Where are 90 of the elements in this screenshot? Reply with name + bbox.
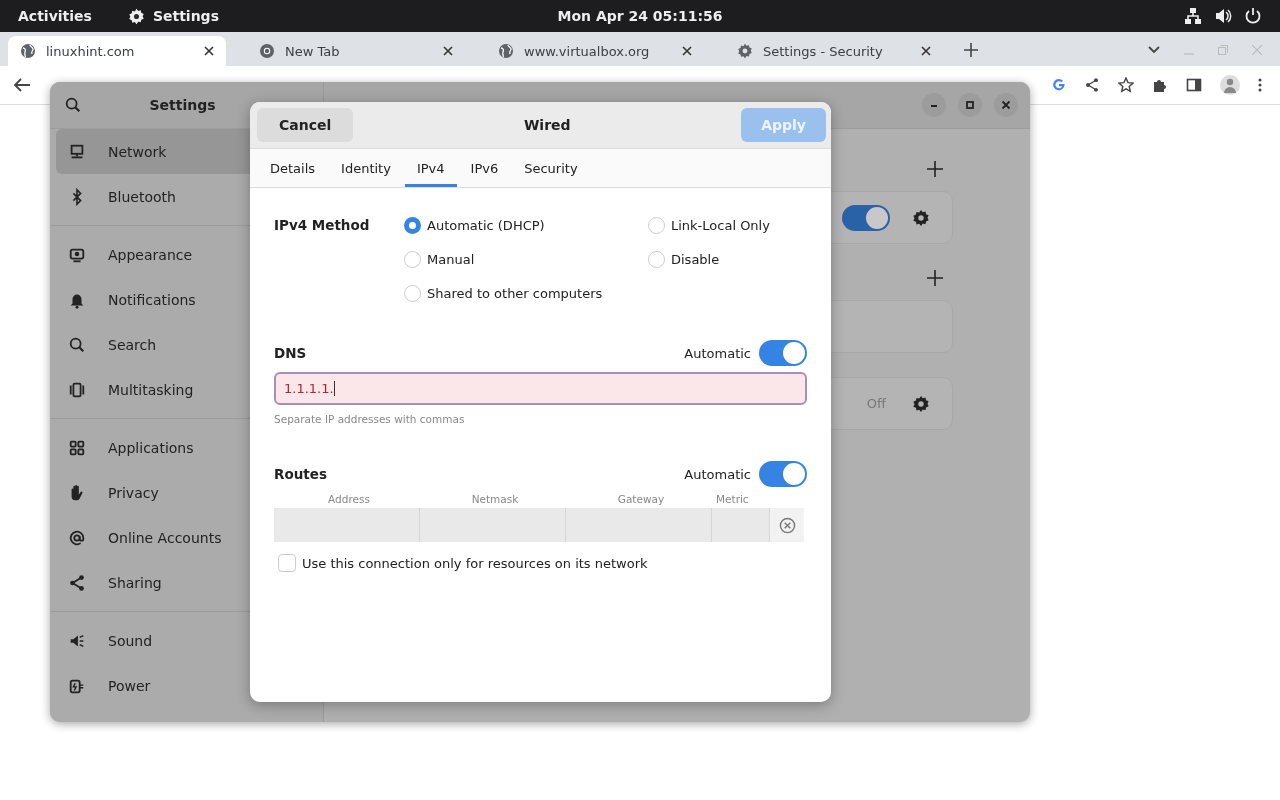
column-header: Address xyxy=(327,493,371,505)
toggle-switch[interactable] xyxy=(759,340,807,366)
close-icon xyxy=(1001,100,1011,110)
settings-icon[interactable] xyxy=(912,208,930,227)
share-icon[interactable] xyxy=(1084,77,1100,93)
app-menu[interactable]: Settings xyxy=(127,7,219,25)
menu-icon[interactable] xyxy=(1258,78,1262,92)
maximize-button[interactable] xyxy=(958,93,982,117)
section-label: IPv4 Method xyxy=(274,216,371,235)
radio-option[interactable]: Disable xyxy=(648,248,770,270)
close-icon[interactable] xyxy=(443,46,453,56)
toggle-switch[interactable] xyxy=(759,461,807,487)
gear-icon xyxy=(737,43,753,59)
browser-tab[interactable]: Settings - Security xyxy=(725,36,943,66)
monitor-icon xyxy=(68,142,86,161)
sidebar-item[interactable]: Sound xyxy=(56,618,317,663)
column-header: Gateway xyxy=(616,493,666,505)
option-label: Shared to other computers xyxy=(427,285,603,301)
tab[interactable]: IPv6 xyxy=(458,149,511,187)
power-icon[interactable] xyxy=(1244,7,1262,25)
dns-field[interactable]: 1.1.1.1. xyxy=(274,372,807,405)
puzzle-icon[interactable] xyxy=(1152,77,1168,93)
sidebar-item[interactable]: Notifications xyxy=(56,277,317,322)
globe-icon xyxy=(20,43,36,59)
route-input[interactable] xyxy=(420,508,566,542)
clock[interactable]: Mon Apr 24 05:11:56 xyxy=(557,8,723,24)
close-button[interactable] xyxy=(994,93,1018,117)
star-icon[interactable] xyxy=(1118,77,1134,93)
column-header: Netmask xyxy=(470,493,520,505)
close-icon[interactable] xyxy=(682,46,692,56)
radio-option[interactable]: Manual xyxy=(404,248,648,270)
tab-title: www.virtualbox.org xyxy=(524,43,651,59)
delete-icon[interactable] xyxy=(778,516,796,534)
option-label: Disable xyxy=(671,251,720,267)
sidebar-item[interactable]: Appearance xyxy=(56,232,317,277)
dialog-title: Wired xyxy=(522,117,572,133)
route-input[interactable] xyxy=(712,508,770,542)
side-panel-icon[interactable] xyxy=(1186,77,1202,93)
close-icon[interactable] xyxy=(921,46,931,56)
add-icon[interactable] xyxy=(927,270,943,286)
tab-title: linuxhint.com xyxy=(46,43,136,59)
browser-tab[interactable]: linuxhint.com xyxy=(8,36,226,66)
tab-title: Settings - Security xyxy=(763,43,884,59)
globe-icon xyxy=(498,43,514,59)
option-label: Automatic (DHCP) xyxy=(427,217,545,233)
at-sign-icon xyxy=(68,528,86,547)
share-icon xyxy=(68,573,86,592)
gear-icon xyxy=(127,7,145,25)
browser-tab[interactable]: New Tab xyxy=(247,36,465,66)
tab[interactable]: Identity xyxy=(329,149,403,187)
google-icon[interactable] xyxy=(1052,78,1066,92)
chrome-icon xyxy=(259,43,275,59)
checkbox[interactable] xyxy=(278,554,296,572)
search-icon[interactable] xyxy=(64,96,82,114)
radio-option[interactable]: Link-Local Only xyxy=(648,214,770,236)
route-input[interactable] xyxy=(274,508,420,542)
add-icon[interactable] xyxy=(927,161,943,177)
hint-text: Separate IP addresses with commas xyxy=(274,413,466,425)
sidebar-item[interactable]: Power xyxy=(56,663,317,708)
browser-tab[interactable]: www.virtualbox.org xyxy=(486,36,704,66)
chevron-down-icon[interactable] xyxy=(1148,46,1160,54)
back-arrow-icon[interactable] xyxy=(14,78,30,92)
column-header: Metric xyxy=(715,493,750,505)
network-icon[interactable] xyxy=(1184,7,1202,25)
toggle-switch[interactable] xyxy=(842,204,890,231)
settings-icon[interactable] xyxy=(912,394,930,413)
option-label: Manual xyxy=(427,251,475,267)
section-label: DNS xyxy=(274,345,307,361)
close-icon[interactable] xyxy=(204,46,214,56)
tab[interactable]: Security xyxy=(512,149,590,187)
status-text: Off xyxy=(866,396,886,411)
toggle-label: Automatic xyxy=(684,466,751,482)
option-label: Link-Local Only xyxy=(671,217,770,233)
tab-title: New Tab xyxy=(285,43,341,59)
toggle-label: Automatic xyxy=(684,345,751,361)
new-tab-icon[interactable] xyxy=(964,43,978,57)
route-input[interactable] xyxy=(566,508,712,542)
cancel-button[interactable]: Cancel xyxy=(257,108,354,142)
radio-option[interactable]: Automatic (DHCP) xyxy=(404,214,648,236)
activities-button[interactable]: Activities xyxy=(18,8,92,24)
tab[interactable]: IPv4 xyxy=(404,149,457,187)
volume-icon[interactable] xyxy=(1214,7,1232,25)
radio-option[interactable]: Shared to other computers xyxy=(404,282,648,304)
square-icon xyxy=(965,100,975,110)
window-stack-icon xyxy=(68,380,86,399)
search-icon xyxy=(68,335,86,354)
radio-button[interactable] xyxy=(404,216,421,234)
avatar-icon[interactable] xyxy=(1220,75,1240,95)
window-title: Settings xyxy=(148,97,217,113)
grid-icon xyxy=(68,438,86,457)
